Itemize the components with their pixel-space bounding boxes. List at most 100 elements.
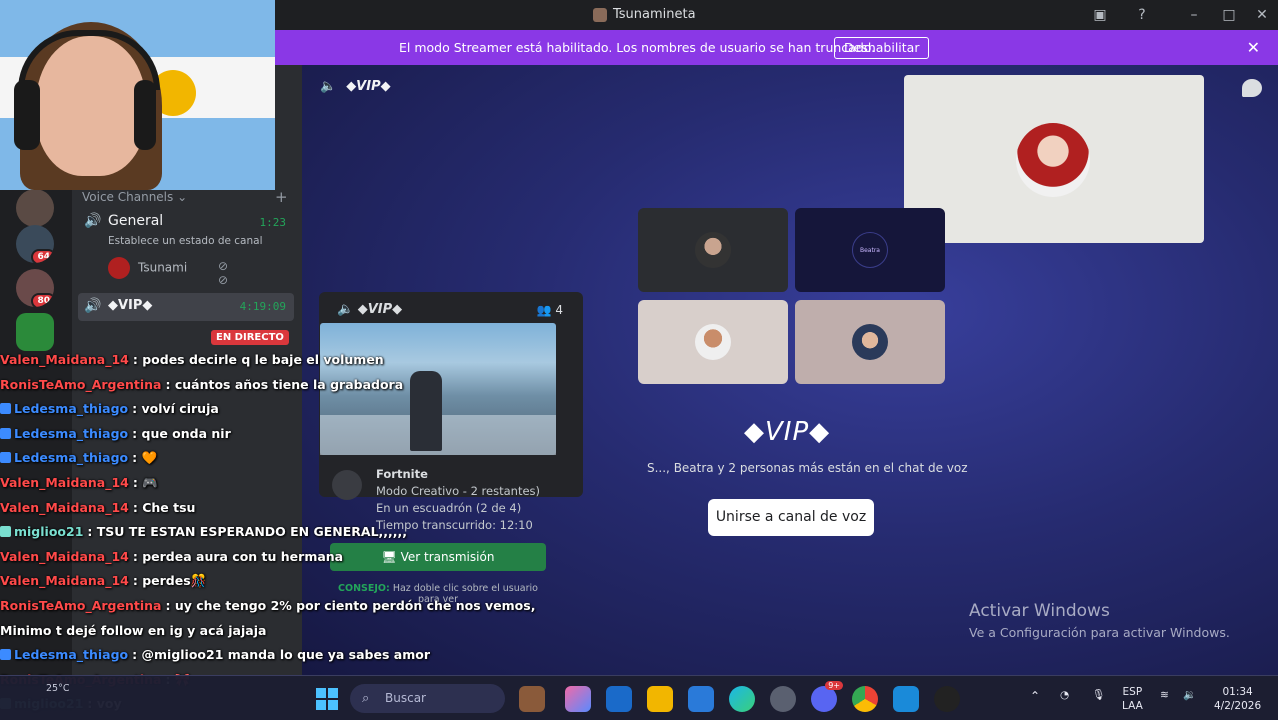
chat-text: : TSU TE ESTAN ESPERANDO EN GENERAL,,,,,… — [87, 524, 408, 540]
maximize-icon[interactable]: □ — [1220, 6, 1238, 24]
chat-username: Ledesma_thiago — [14, 450, 129, 466]
clock[interactable]: 01:34 4/2/2026 — [1214, 685, 1261, 713]
window-title-wrap: Tsunamineta — [593, 7, 696, 22]
language-layout: LAA — [1122, 700, 1143, 712]
chat-bubble-icon[interactable] — [1242, 79, 1262, 97]
voice-user-name: Tsunami — [138, 260, 188, 275]
chat-username: Ledesma_thiago — [14, 425, 129, 441]
join-voice-button[interactable]: Unirse a canal de voz — [708, 499, 874, 536]
microphone-icon[interactable]: 🎙 — [1092, 688, 1105, 702]
chat-message: Valen_Maidana_14: 🎮 — [0, 475, 520, 500]
activate-title: Activar Windows — [969, 601, 1110, 621]
wifi-icon[interactable]: ≋ — [1160, 688, 1169, 702]
stage-subtitle: S..., Beatra y 2 personas más están en e… — [647, 461, 968, 475]
chat-message: Valen_Maidana_14: Che tsu — [0, 500, 520, 525]
participant-tile[interactable] — [795, 300, 945, 384]
chat-username: Valen_Maidana_14 — [0, 573, 129, 589]
chat-message: Valen_Maidana_14: perdes🎊 — [0, 573, 520, 598]
volume-icon[interactable]: 🔉 — [1183, 688, 1196, 702]
call-timer: 4:19:09 — [239, 300, 286, 313]
server-item[interactable]: 64 — [16, 225, 54, 263]
participant-avatar — [852, 324, 888, 360]
chat-text: : que onda nir — [132, 425, 231, 441]
chat-message: Ledesma_thiago: volví ciruja — [0, 401, 520, 426]
minimize-icon[interactable]: – — [1185, 6, 1203, 24]
webcam-overlay — [0, 0, 275, 190]
window-title: Tsunamineta — [613, 7, 696, 22]
inbox-icon[interactable]: ▣ — [1091, 6, 1109, 24]
search-icon: ⌕ — [362, 691, 370, 706]
chat-text: : cuántos años tiene la grabadora — [165, 376, 404, 392]
weather-widget[interactable]: 25°C — [46, 683, 69, 694]
chat-username: RonisTeAmo_Argentina — [0, 376, 162, 392]
close-window-icon[interactable]: ✕ — [1253, 6, 1271, 24]
chat-text: Minimo t dejé follow en ig y acá jajaja — [0, 622, 267, 638]
chat-text: : volví ciruja — [132, 401, 219, 417]
headset-earcup — [134, 80, 156, 150]
server-item[interactable]: 80 — [16, 269, 54, 307]
clock-date: 4/2/2026 — [1214, 700, 1262, 712]
banner-message: El modo Streamer está habilitado. Los no… — [399, 40, 876, 55]
close-icon[interactable]: ✕ — [1247, 38, 1260, 57]
chat-username: Valen_Maidana_14 — [0, 474, 129, 490]
chat-text: : perdes🎊 — [132, 573, 207, 589]
voice-channel-general[interactable]: 🔊 General 1:23 Establece un estado de ca… — [78, 208, 294, 258]
add-channel-icon[interactable]: + — [275, 188, 288, 206]
chat-badge-icon — [0, 403, 11, 415]
participant-avatar — [1016, 123, 1090, 197]
taskbar-app-icon[interactable] — [519, 686, 545, 712]
participant-tile[interactable] — [638, 300, 788, 384]
channel-name: General — [108, 213, 164, 229]
store-icon[interactable] — [688, 686, 714, 712]
chat-badge-icon — [0, 526, 11, 538]
speaker-icon: 🔈 — [320, 79, 337, 94]
chat-text: : uy che tengo 2% por ciento perdón che … — [165, 597, 536, 613]
stage-title: ◆VIP◆ — [744, 417, 831, 447]
taskbar-search[interactable]: ⌕ Buscar — [350, 684, 505, 713]
unread-badge: 64 — [31, 249, 54, 263]
participant-tile[interactable]: Beatra — [795, 208, 945, 292]
windows-start-icon[interactable] — [316, 688, 338, 710]
chat-message: Valen_Maidana_14: podes decirle q le baj… — [0, 352, 520, 377]
voice-channels-header[interactable]: Voice Channels ⌄ + — [82, 188, 288, 206]
unread-badge: 80 — [31, 293, 54, 307]
language-code: ESP — [1122, 686, 1143, 698]
channel-status[interactable]: Establece un estado de canal — [108, 235, 263, 247]
chat-username: Valen_Maidana_14 — [0, 548, 129, 564]
member-count: 👥 4 — [536, 303, 563, 317]
chrome-icon[interactable] — [852, 686, 878, 712]
taskbar-app-icon[interactable] — [934, 686, 960, 712]
chat-text: : perdea aura con tu hermana — [132, 548, 344, 564]
server-item[interactable] — [16, 313, 54, 351]
participant-tile[interactable] — [638, 208, 788, 292]
chat-message: Minimo t dejé follow en ig y acá jajaja — [0, 623, 520, 648]
popover-header: 🔈 ◆VIP◆ — [337, 302, 403, 317]
file-explorer-icon[interactable] — [647, 686, 673, 712]
discord-badge: 9+ — [825, 681, 843, 690]
outlook-icon[interactable] — [606, 686, 632, 712]
edge-icon[interactable] — [729, 686, 755, 712]
chat-text: : @miglioo21 manda lo que ya sabes amor — [132, 647, 430, 663]
disable-streamer-button[interactable]: Deshabilitar — [834, 37, 930, 59]
voice-user[interactable]: Tsunami ⊘ ⊘ — [108, 257, 228, 287]
member-count-value: 4 — [555, 303, 563, 317]
chat-badge-icon — [0, 452, 11, 464]
popover-channel-name: ◆VIP◆ — [357, 302, 403, 317]
participant-avatar: Beatra — [852, 232, 888, 268]
search-placeholder: Buscar — [385, 691, 426, 705]
video-tile-focused[interactable] — [904, 75, 1204, 243]
language-indicator[interactable]: ESP LAA — [1122, 685, 1143, 713]
discord-icon[interactable]: 9+ — [811, 681, 843, 712]
channel-name: ◆VIP◆ — [108, 298, 153, 313]
speaker-icon: 🔊 — [84, 213, 102, 229]
taskbar-app-icon[interactable] — [893, 686, 919, 712]
help-icon[interactable]: ? — [1133, 6, 1151, 24]
server-item[interactable] — [16, 189, 54, 227]
copilot-icon[interactable] — [565, 686, 591, 712]
tray-chevron-icon[interactable]: ⌃ — [1030, 689, 1040, 703]
settings-icon[interactable] — [770, 686, 796, 712]
network-status-icon[interactable]: ◔ — [1060, 688, 1069, 702]
chat-username: Valen_Maidana_14 — [0, 352, 129, 367]
section-title: Voice Channels — [82, 190, 174, 204]
voice-channel-vip[interactable]: 🔊 ◆VIP◆ 4:19:09 — [78, 293, 294, 321]
